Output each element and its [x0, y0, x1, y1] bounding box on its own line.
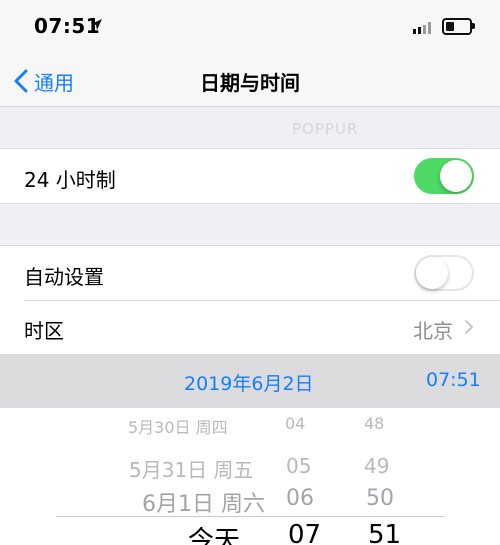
picker-minute: 50	[366, 486, 394, 511]
picker-selected-row[interactable]: 今天 07 51	[0, 520, 500, 545]
picker-hour: 05	[286, 454, 312, 478]
picker-date: 5月31日 周五	[129, 458, 254, 482]
picker-hour: 04	[285, 414, 306, 433]
toggle-knob	[440, 160, 472, 192]
selected-datetime-row[interactable]: 2019年6月2日 07:51	[0, 354, 500, 408]
picker-row[interactable]: 6月1日 周六 06 50	[0, 486, 500, 517]
timezone-value: 北京	[413, 319, 453, 343]
picker-date: 6月1日 周六	[142, 492, 265, 517]
picker-row[interactable]: 5月31日 周五 05 49	[0, 454, 500, 484]
selected-time: 07:51	[426, 369, 481, 391]
watermark: POPPUR	[292, 120, 359, 138]
battery-icon	[442, 18, 472, 35]
battery-cap	[472, 23, 475, 29]
picker-date: 今天	[188, 526, 241, 545]
date-time-picker[interactable]: 5月30日 周四 04 48 5月31日 周五 05 49 6月1日 周六 06…	[0, 408, 500, 545]
picker-row[interactable]: 5月30日 周四 04 48	[0, 414, 500, 437]
picker-minute: 49	[364, 454, 390, 478]
picker-hour: 06	[286, 486, 314, 511]
navigation-bar: 通用 日期与时间	[0, 56, 500, 107]
toggle-knob	[416, 257, 448, 289]
chevron-right-icon	[465, 320, 473, 334]
section-divider	[0, 203, 500, 204]
signal-icon	[413, 22, 431, 34]
selected-date: 2019年6月2日	[184, 373, 314, 395]
auto-set-cell: 自动设置	[0, 246, 500, 300]
row-divider	[24, 300, 500, 301]
picker-selection-line	[56, 516, 444, 517]
timezone-label: 时区	[24, 319, 64, 343]
auto-set-label: 自动设置	[24, 265, 104, 289]
auto-set-toggle[interactable]	[414, 255, 474, 291]
timezone-cell[interactable]: 时区 北京	[0, 300, 500, 354]
status-bar: 07:51	[0, 0, 500, 56]
page-title: 日期与时间	[200, 71, 300, 95]
picker-minute: 48	[364, 414, 385, 433]
clock-24h-toggle[interactable]	[414, 158, 474, 194]
picker-date: 5月30日 周四	[128, 418, 228, 437]
clock-24h-label: 24 小时制	[24, 168, 116, 192]
location-arrow-icon	[91, 19, 102, 30]
clock-24h-cell: 24 小时制	[0, 149, 500, 203]
picker-hour: 07	[288, 520, 322, 545]
picker-minute: 51	[368, 520, 402, 545]
